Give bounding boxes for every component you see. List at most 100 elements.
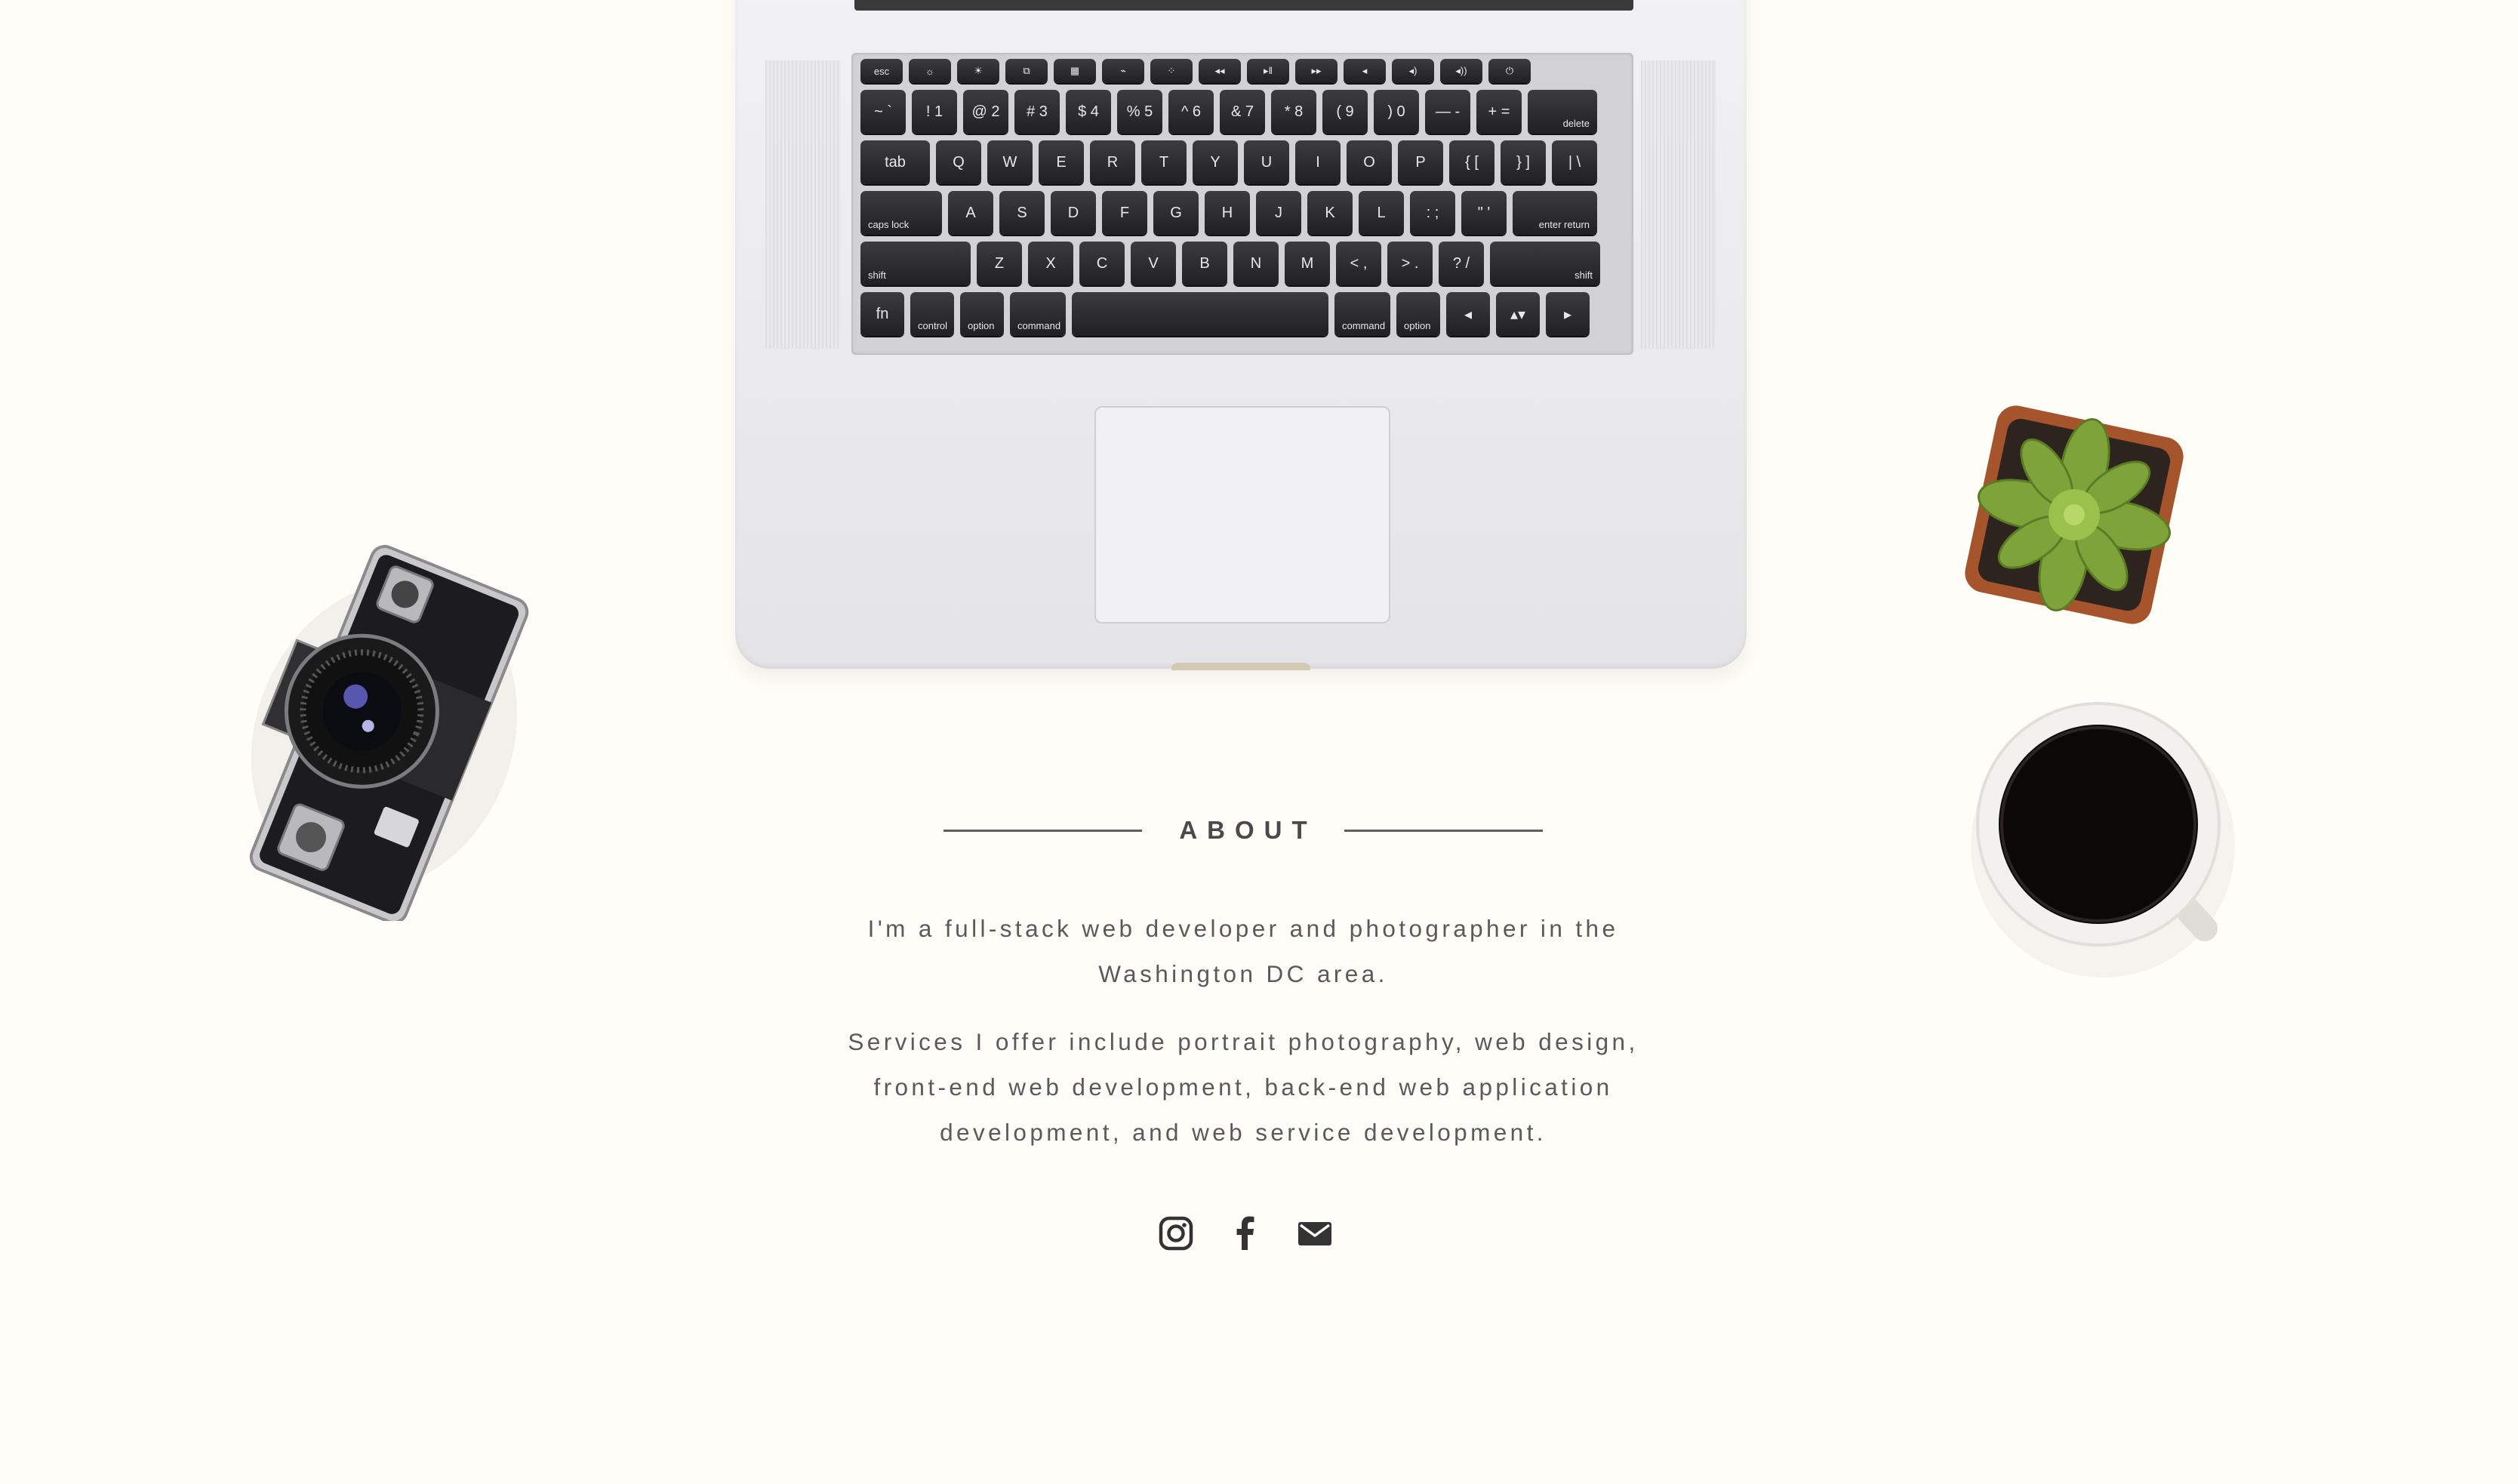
heading-rule-left: [943, 829, 1143, 832]
keycap: ( 9: [1322, 90, 1368, 134]
keycap: F: [1102, 191, 1147, 235]
keycap: ? /: [1439, 242, 1484, 285]
potted-succulent-image: [1965, 405, 2184, 624]
keycap: G: [1153, 191, 1199, 235]
keycap: shift: [860, 242, 971, 285]
facebook-link[interactable]: [1224, 1212, 1267, 1255]
coffee-cup-image: [1971, 702, 2235, 978]
speaker-grille-right: [1641, 60, 1716, 349]
keycap: ⏻: [1488, 59, 1531, 83]
keycap: — -: [1425, 90, 1470, 134]
keycap: command: [1334, 292, 1390, 336]
keycap: ~ `: [860, 90, 906, 134]
keycap: | \: [1552, 140, 1597, 184]
keycap: ◂: [1344, 59, 1386, 83]
keycap: " ': [1461, 191, 1507, 235]
keycap: W: [987, 140, 1033, 184]
keycap: [1072, 292, 1328, 336]
keycap: # 3: [1014, 90, 1060, 134]
keycap: H: [1205, 191, 1250, 235]
keycap: < ,: [1336, 242, 1381, 285]
keycap: * 8: [1271, 90, 1316, 134]
laptop-lid-notch: [1171, 663, 1310, 670]
heading-rule-right: [1344, 829, 1543, 832]
keycap: { [: [1449, 140, 1494, 184]
keycap: Y: [1193, 140, 1238, 184]
keycap: option: [1396, 292, 1440, 336]
keycap: M: [1285, 242, 1330, 285]
section-title: ABOUT: [1179, 816, 1317, 844]
keycap: ◂): [1392, 59, 1434, 83]
keycap: ◂: [1446, 292, 1490, 336]
about-paragraph-intro: I'm a full-stack web developer and photo…: [867, 915, 1619, 987]
keycap: @ 2: [963, 90, 1008, 134]
keycap: T: [1141, 140, 1187, 184]
keycap: J: [1256, 191, 1301, 235]
keycap: tab: [860, 140, 930, 184]
keycap: B: [1182, 242, 1227, 285]
keycap: ) 0: [1374, 90, 1419, 134]
keycap: ⁘: [1150, 59, 1193, 83]
keycap: ☀: [957, 59, 999, 83]
keycap: V: [1131, 242, 1176, 285]
laptop-image: esc ☼ ☀ ⧉ ▦ ⌁ ⁘ ◂◂ ▸‖ ▸▸ ◂ ◂) ◂)) ⏻ ~ `! 1 @ 2 # 3 $ 4% …: [735, 0, 1747, 670]
keycap: ^ 6: [1168, 90, 1214, 134]
keycap: ▸: [1546, 292, 1590, 336]
keycap: C: [1079, 242, 1125, 285]
laptop-trackpad: [1094, 406, 1390, 623]
keycap: I: [1295, 140, 1341, 184]
keycap: L: [1359, 191, 1404, 235]
keycap: U: [1244, 140, 1289, 184]
keycap: + =: [1476, 90, 1522, 134]
keycap: E: [1039, 140, 1084, 184]
keycap: caps lock: [860, 191, 942, 235]
keycap: ▦: [1054, 59, 1096, 83]
keyboard-qwerty-row: tab Q W E R T Y U I O P{ [} ] | \: [860, 140, 1624, 184]
keycap: Q: [936, 140, 981, 184]
laptop-screen-edge: [854, 0, 1633, 11]
keycap: ⌁: [1102, 59, 1144, 83]
instagram-link[interactable]: [1155, 1212, 1197, 1255]
keycap: $ 4: [1066, 90, 1111, 134]
social-links: [1155, 1211, 1336, 1256]
keycap: & 7: [1220, 90, 1265, 134]
facebook-icon: [1236, 1216, 1254, 1250]
keycap: X: [1028, 242, 1073, 285]
keyboard-bottom-row: fn control option command command option ◂ ▴▾ ▸: [860, 292, 1624, 336]
keycap: option: [960, 292, 1004, 336]
keycap: } ]: [1501, 140, 1546, 184]
keycap: Z: [977, 242, 1022, 285]
about-heading: ABOUT: [943, 808, 1543, 853]
instagram-icon: [1159, 1216, 1193, 1251]
email-icon: [1298, 1222, 1331, 1245]
keycap: : ;: [1410, 191, 1455, 235]
keyboard-home-row: caps lock A S D F G H J K L: ; " ' enter return: [860, 191, 1624, 235]
keycap: ▸▸: [1295, 59, 1337, 83]
keycap: K: [1307, 191, 1353, 235]
keycap: command: [1010, 292, 1066, 336]
keycap: ◂◂: [1199, 59, 1241, 83]
keycap: control: [910, 292, 954, 336]
keycap: S: [999, 191, 1045, 235]
keycap: P: [1398, 140, 1443, 184]
keycap: R: [1090, 140, 1135, 184]
keyboard-number-row: ~ `! 1 @ 2 # 3 $ 4% 5 ^ 6 & 7 * 8( 9) 0— - + = d…: [860, 90, 1624, 134]
keycap: ⧉: [1005, 59, 1048, 83]
keycap: ☼: [909, 59, 951, 83]
keycap: % 5: [1117, 90, 1162, 134]
keycap: ▸‖: [1247, 59, 1289, 83]
about-paragraph-services: Services I offer include portrait photog…: [848, 1028, 1639, 1146]
keycap: A: [948, 191, 993, 235]
speaker-grille-left: [765, 60, 841, 349]
keycap: shift: [1490, 242, 1600, 285]
keycap: esc: [860, 59, 903, 83]
keycap: ▴▾: [1496, 292, 1540, 336]
email-link[interactable]: [1294, 1212, 1336, 1255]
keycap: O: [1347, 140, 1392, 184]
keycap: ◂)): [1440, 59, 1482, 83]
keycap: fn: [860, 292, 904, 336]
keycap: > .: [1387, 242, 1433, 285]
keycap: enter return: [1513, 191, 1597, 235]
laptop-keyboard: esc ☼ ☀ ⧉ ▦ ⌁ ⁘ ◂◂ ▸‖ ▸▸ ◂ ◂) ◂)) ⏻ ~ `! 1 @ 2 # 3 $ 4% …: [851, 53, 1633, 355]
keyboard-shift-row: shift Z X C V B N M < , > .? / shift: [860, 242, 1624, 285]
